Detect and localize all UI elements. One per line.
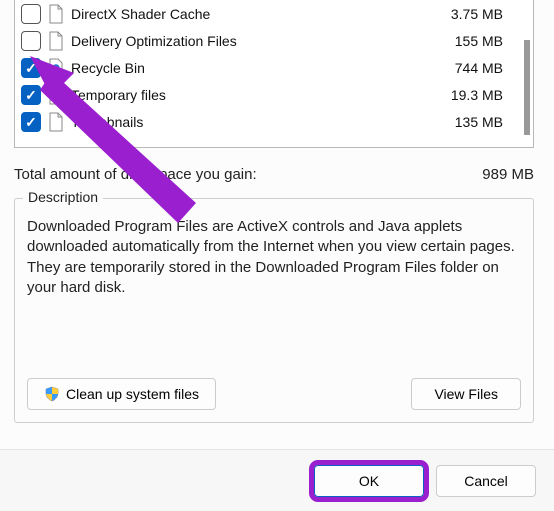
checkbox[interactable] <box>21 4 41 24</box>
list-item[interactable]: Delivery Optimization Files 155 MB <box>15 27 533 54</box>
total-space-line: Total amount of disk space you gain: 989… <box>14 166 534 183</box>
total-label: Total amount of disk space you gain: <box>14 166 257 183</box>
total-value: 989 MB <box>482 166 534 183</box>
list-item[interactable]: Recycle Bin 744 MB <box>15 54 533 81</box>
item-size: 19.3 MB <box>433 87 513 103</box>
dialog-button-bar: OK Cancel <box>0 449 554 511</box>
item-size: 744 MB <box>433 60 513 76</box>
description-legend: Description <box>23 189 103 205</box>
item-size: 155 MB <box>433 33 513 49</box>
shield-icon <box>44 386 60 402</box>
item-label: DirectX Shader Cache <box>71 6 433 22</box>
view-files-button[interactable]: View Files <box>411 378 521 410</box>
disk-cleanup-panel: DirectX Shader Cache 3.75 MB Delivery Op… <box>0 0 554 511</box>
cancel-label: Cancel <box>464 473 508 489</box>
checkbox[interactable] <box>21 112 41 132</box>
list-item[interactable]: Thumbnails 135 MB <box>15 108 533 135</box>
page-icon <box>47 31 65 51</box>
description-body: Downloaded Program Files are ActiveX con… <box>15 199 533 308</box>
item-label: Thumbnails <box>71 114 433 130</box>
list-item[interactable]: DirectX Shader Cache 3.75 MB <box>15 0 533 27</box>
checkbox[interactable] <box>21 85 41 105</box>
ok-label: OK <box>359 473 379 489</box>
page-icon <box>47 85 65 105</box>
scrollbar-thumb[interactable] <box>524 40 530 135</box>
file-list: DirectX Shader Cache 3.75 MB Delivery Op… <box>14 0 534 148</box>
page-icon <box>47 112 65 132</box>
checkbox[interactable] <box>21 58 41 78</box>
cleanup-label: Clean up system files <box>66 386 199 402</box>
item-label: Delivery Optimization Files <box>71 33 433 49</box>
recycle-bin-icon <box>47 58 65 78</box>
ok-button[interactable]: OK <box>314 465 424 497</box>
view-label: View Files <box>434 386 498 402</box>
item-label: Temporary files <box>71 87 433 103</box>
page-icon <box>47 4 65 24</box>
description-group: Description Downloaded Program Files are… <box>14 198 534 423</box>
item-size: 3.75 MB <box>433 6 513 22</box>
list-item[interactable]: Temporary files 19.3 MB <box>15 81 533 108</box>
item-label: Recycle Bin <box>71 60 433 76</box>
cancel-button[interactable]: Cancel <box>436 465 536 497</box>
checkbox[interactable] <box>21 31 41 51</box>
cleanup-system-files-button[interactable]: Clean up system files <box>27 378 216 410</box>
item-size: 135 MB <box>433 114 513 130</box>
